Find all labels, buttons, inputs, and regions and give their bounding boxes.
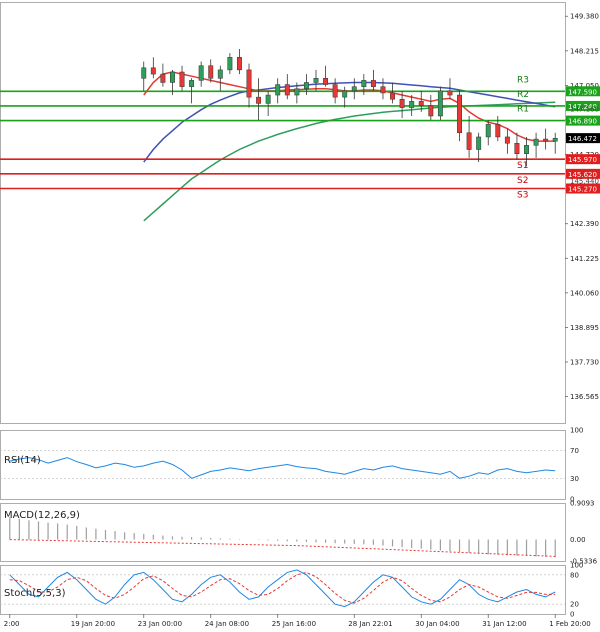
- stoch-panel-frame: [0, 565, 566, 615]
- candle-up: [409, 101, 415, 108]
- candle-up: [265, 94, 271, 104]
- x-tick-label: 28 Jan 22:01: [348, 620, 392, 628]
- candle-up: [485, 124, 491, 138]
- candle-down: [256, 96, 262, 104]
- candle-up: [437, 90, 443, 117]
- candle-down: [150, 67, 156, 75]
- x-tick-label: 31 Jan 12:00: [482, 620, 526, 628]
- candle-up: [294, 88, 300, 96]
- candle-down: [284, 84, 290, 96]
- macd-y-tick-label: 0.00: [570, 536, 586, 544]
- x-tick-label: 2:00: [4, 620, 20, 628]
- candle-up: [275, 84, 281, 96]
- level-name-r3: R3: [517, 75, 529, 85]
- price-y-tick-label: 148.215: [570, 47, 599, 55]
- level-name-r1: R1: [517, 105, 529, 115]
- price-panel-frame: [0, 2, 566, 424]
- x-tick-label: 30 Jan 04:00: [415, 620, 459, 628]
- level-tag-label-r3: 147.590: [568, 88, 597, 96]
- price-y-tick-label: 142.390: [570, 220, 599, 228]
- price-extra-label: 145.440: [570, 177, 599, 185]
- level-tag-label-r1: 146.890: [568, 118, 597, 126]
- candle-up: [552, 137, 558, 142]
- candle-down: [466, 132, 472, 150]
- price-extra-label: 147.160: [570, 105, 599, 113]
- rsi-y-tick-label: 70: [570, 447, 579, 455]
- candle-down: [332, 84, 338, 98]
- candle-down: [208, 65, 214, 79]
- candle-up: [141, 67, 147, 79]
- level-name-s3: S3: [517, 191, 528, 201]
- candle-down: [236, 57, 242, 71]
- trading-chart: 149.380148.215147.050145.885144.720143.5…: [0, 2, 600, 628]
- candle-down: [495, 124, 501, 138]
- macd-y-tick-label: 0.9093: [570, 500, 595, 508]
- candle-up: [170, 71, 175, 83]
- x-tick-label: 24 Jan 08:00: [205, 620, 249, 628]
- rsi-y-tick-label: 30: [570, 475, 579, 483]
- candle-down: [504, 136, 510, 144]
- rsi-y-tick-label: 100: [570, 427, 583, 435]
- x-tick-label: 1 Feb 20:00: [549, 620, 590, 628]
- candle-up: [342, 90, 348, 98]
- candle-down: [370, 80, 376, 87]
- stoch-label: Stoch(5,5,3): [4, 588, 66, 599]
- price-y-tick-label: 149.380: [570, 13, 599, 21]
- candle-up: [361, 80, 367, 87]
- candle-down: [179, 71, 185, 87]
- candle-down: [457, 94, 462, 134]
- candle-down: [323, 78, 329, 85]
- level-tag-label-s1: 145.970: [568, 156, 597, 164]
- stoch-y-tick-label: 100: [570, 562, 583, 570]
- candle-down: [514, 142, 520, 154]
- level-tag-label-s3: 145.270: [568, 186, 597, 194]
- x-tick-label: 23 Jan 00:00: [138, 620, 182, 628]
- candle-up: [533, 138, 539, 146]
- level-name-r2: R2: [517, 90, 529, 100]
- price-y-tick-label: 141.225: [570, 255, 599, 263]
- candle-down: [543, 138, 549, 142]
- candle-up: [524, 145, 529, 154]
- candle-down: [428, 105, 434, 117]
- candle-down: [390, 92, 395, 100]
- candle-down: [160, 73, 166, 83]
- current-price-label: 146.472: [568, 135, 597, 143]
- price-y-tick-label: 137.730: [570, 359, 599, 367]
- x-tick-label: 19 Jan 20:00: [71, 620, 115, 628]
- stoch-y-tick-label: 80: [570, 571, 579, 579]
- rsi-label: RSI(14): [4, 455, 41, 466]
- candle-up: [217, 69, 223, 79]
- candle-down: [380, 86, 386, 94]
- price-y-tick-label: 138.895: [570, 324, 599, 332]
- candle-down: [447, 90, 453, 96]
- candle-up: [189, 80, 195, 87]
- candle-up: [476, 136, 482, 150]
- x-tick-label: 25 Jan 16:00: [272, 620, 316, 628]
- candle-up: [227, 57, 233, 71]
- stoch-y-tick-label: 20: [570, 601, 579, 609]
- price-y-tick-label: 140.060: [570, 289, 599, 297]
- candle-up: [303, 82, 309, 90]
- candle-up: [313, 78, 319, 83]
- candle-down: [418, 101, 424, 106]
- candle-up: [351, 86, 357, 92]
- candle-up: [198, 65, 204, 81]
- candle-down: [246, 69, 252, 98]
- macd-label: MACD(12,26,9): [4, 510, 80, 521]
- level-name-s2: S2: [517, 176, 528, 186]
- price-y-tick-label: 136.565: [570, 393, 599, 401]
- candle-down: [399, 98, 405, 108]
- macd-panel-frame: [0, 503, 566, 562]
- stoch-y-tick-label: 0: [570, 611, 574, 619]
